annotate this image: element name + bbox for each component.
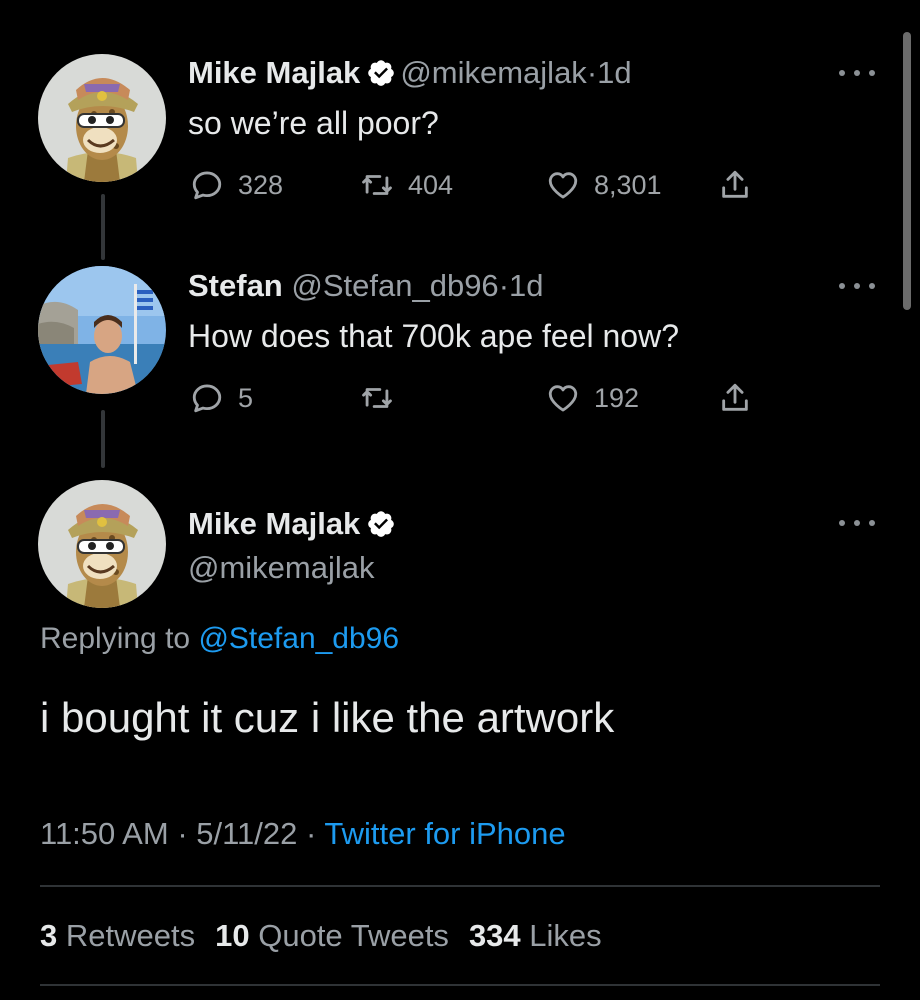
avatar[interactable]: [38, 54, 166, 182]
thread-line: [101, 194, 105, 260]
ape-avatar-image: [38, 54, 166, 182]
stefan-avatar-image: [38, 266, 166, 394]
author-handle[interactable]: @mikemajlak: [188, 550, 375, 585]
separator-dot: ·: [177, 816, 188, 851]
tweet-actions: 328 404 8,301: [190, 165, 750, 205]
like-button[interactable]: 192: [546, 378, 639, 418]
separator-dot: ·: [586, 55, 598, 90]
retweets-label: Retweets: [65, 918, 196, 953]
quote-tweets-count: 10: [215, 918, 250, 953]
tweet-time[interactable]: 1d: [509, 268, 543, 303]
share-button[interactable]: [718, 165, 752, 205]
tweet-time[interactable]: 11:50 AM: [40, 816, 169, 851]
replying-to: Replying to @Stefan_db96: [40, 622, 399, 656]
tweet-date[interactable]: 5/11/22: [196, 816, 297, 851]
reply-button[interactable]: 328: [190, 165, 283, 205]
retweet-icon: [360, 381, 394, 415]
tweet-actions: 5 192: [190, 378, 750, 418]
heart-icon: [546, 168, 580, 202]
likes-label: Likes: [529, 918, 602, 953]
share-icon: [718, 168, 752, 202]
quote-tweets-stat[interactable]: 10 Quote Tweets: [215, 918, 449, 953]
share-button[interactable]: [718, 378, 752, 418]
tweet-text: so we’re all poor?: [188, 105, 439, 141]
author-name[interactable]: Stefan: [188, 268, 283, 303]
ape-avatar-image: [38, 480, 166, 608]
tweet-text: How does that 700k ape feel now?: [188, 318, 679, 354]
separator-dot: ·: [498, 268, 510, 303]
retweet-icon: [360, 168, 394, 202]
tweet-text: i bought it cuz i like the artwork: [40, 694, 615, 741]
reply-icon: [190, 168, 224, 202]
scrollbar[interactable]: [903, 32, 911, 310]
divider: [40, 885, 880, 887]
quote-tweets-label: Quote Tweets: [258, 918, 449, 953]
retweet-button[interactable]: 404: [360, 165, 453, 205]
author-handle[interactable]: @mikemajlak: [400, 55, 587, 90]
verified-badge-icon: [366, 58, 396, 88]
share-icon: [718, 381, 752, 415]
reply-icon: [190, 381, 224, 415]
author-name[interactable]: Mike Majlak: [188, 506, 360, 541]
tweet-meta: 11:50 AM · 5/11/22 · Twitter for iPhone: [40, 816, 566, 852]
tweet-time[interactable]: 1d: [597, 55, 631, 90]
author-name[interactable]: Mike Majlak: [188, 55, 360, 90]
likes-stat[interactable]: 334 Likes: [469, 918, 602, 953]
reply-count: 328: [238, 169, 284, 200]
retweets-stat[interactable]: 3 Retweets: [40, 918, 195, 953]
engagement-stats: 3 Retweets 10 Quote Tweets 334 Likes: [40, 918, 602, 954]
like-count: 8,301: [594, 169, 662, 200]
more-options-icon[interactable]: [839, 518, 875, 528]
reply-button[interactable]: 5: [190, 378, 253, 418]
thread-line: [101, 410, 105, 468]
tweet-header: Stefan @Stefan_db96·1d: [188, 267, 544, 305]
more-options-icon[interactable]: [839, 68, 875, 78]
heart-icon: [546, 381, 580, 415]
retweet-count: 404: [408, 169, 454, 200]
author-handle[interactable]: @Stefan_db96: [291, 268, 498, 303]
like-button[interactable]: 8,301: [546, 165, 662, 205]
more-options-icon[interactable]: [839, 281, 875, 291]
divider: [40, 984, 880, 986]
avatar[interactable]: [38, 480, 166, 608]
retweet-button[interactable]: [360, 378, 394, 418]
source-link[interactable]: Twitter for iPhone: [324, 816, 565, 851]
replying-prefix: Replying to: [40, 622, 191, 655]
like-count: 192: [594, 382, 640, 413]
retweets-count: 3: [40, 918, 58, 953]
author-handle-row: @mikemajlak: [188, 549, 375, 587]
mention-link[interactable]: @Stefan_db96: [198, 622, 399, 655]
reply-count: 5: [238, 382, 254, 413]
likes-count: 334: [468, 918, 521, 953]
separator-dot: ·: [306, 816, 317, 851]
avatar[interactable]: [38, 266, 166, 394]
verified-badge-icon: [366, 509, 396, 539]
tweet-header: Mike Majlak @mikemajlak·1d: [188, 54, 632, 92]
author-name-row: Mike Majlak: [188, 505, 400, 543]
